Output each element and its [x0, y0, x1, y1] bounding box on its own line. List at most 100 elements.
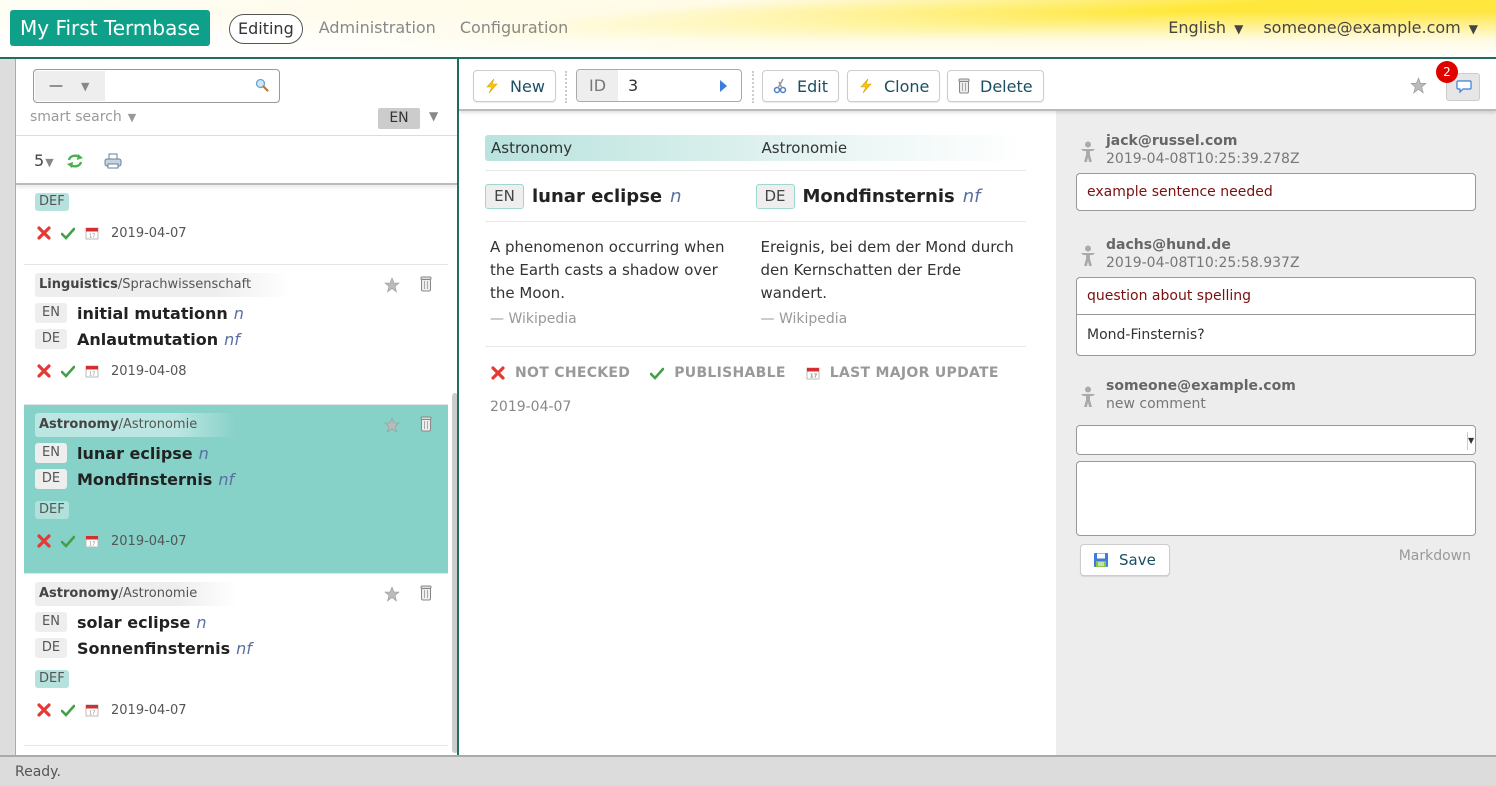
edit-button[interactable]: Edit [762, 70, 839, 102]
trash-icon[interactable] [420, 416, 432, 432]
chevron-down-icon: ▼ [127, 111, 137, 124]
clone-label: Clone [884, 76, 930, 96]
list-language-select[interactable]: EN [378, 108, 420, 129]
calendar-icon: 17 [85, 227, 99, 240]
not-checked-icon [37, 364, 51, 378]
status-label: NOT CHECKED [515, 365, 631, 381]
entry-date: 2019-04-08 [111, 363, 187, 379]
comment-type-select[interactable]: ▼ [1076, 425, 1476, 455]
star-icon[interactable] [384, 417, 400, 433]
svg-text:17: 17 [810, 374, 818, 380]
comment: jack@russel.com 2019-04-08T10:25:39.278Z… [1076, 111, 1476, 211]
not-checked-icon [37, 534, 51, 548]
id-navigator: ID 3 [576, 69, 742, 102]
new-button[interactable]: New [473, 70, 556, 102]
list-item[interactable]: Astronomy/Astronomie EN solar eclipse n DE… [24, 574, 448, 746]
term: Sonnenfinsternis [77, 638, 231, 658]
lightning-icon [860, 78, 872, 94]
save-button[interactable]: Save [1080, 544, 1170, 576]
part-of-speech: nf [224, 329, 240, 349]
definition-source: — Wikipedia [490, 311, 577, 327]
search-icon[interactable] [255, 78, 269, 92]
entry-domain: Astronomy/Astronomie [35, 582, 238, 606]
entry-detail-panel: New ID 3 Edit Clone Delete 2 Astronomy A… [459, 59, 1496, 755]
search-input[interactable] [109, 74, 249, 98]
publishable-icon [650, 367, 665, 380]
star-icon[interactable] [384, 277, 400, 293]
go-arrow-icon[interactable] [718, 79, 728, 93]
term-line: EN lunar eclipse n [35, 443, 438, 463]
entry-toolbar: New ID 3 Edit Clone Delete 2 [459, 59, 1496, 111]
star-icon[interactable] [384, 586, 400, 602]
delete-label: Delete [980, 76, 1033, 96]
comment-textarea[interactable] [1076, 461, 1476, 536]
comment-actions: Save Markdown [1076, 544, 1476, 588]
id-input[interactable]: 3 [628, 76, 638, 95]
user-label: someone@example.com [1263, 18, 1461, 37]
entry-status: 17 2019-04-07 [35, 702, 438, 718]
save-icon [1094, 553, 1108, 567]
delete-button[interactable]: Delete [947, 70, 1044, 102]
definition-en: A phenomenon occurring when the Earth ca… [485, 236, 756, 346]
trash-icon[interactable] [420, 585, 432, 601]
star-icon[interactable] [1410, 77, 1427, 94]
definition-de: Ereignis, bei dem der Mond durch den Ker… [756, 236, 1027, 346]
main-nav: Editing Administration Configuration [229, 14, 576, 44]
left-gutter [0, 59, 16, 755]
page-size-select[interactable]: 5 ▼ [34, 151, 54, 170]
nav-administration[interactable]: Administration [311, 14, 444, 44]
refresh-icon[interactable] [66, 153, 84, 169]
entry-status: 17 2019-04-08 [35, 363, 438, 379]
not-checked-icon [37, 226, 51, 240]
trash-icon[interactable] [420, 276, 432, 292]
clone-button[interactable]: Clone [847, 70, 941, 102]
comment-header: someone@example.com new comment [1076, 376, 1476, 418]
lang-tag: DE [755, 183, 795, 209]
calendar-icon: 17 [85, 535, 99, 548]
list-item[interactable]: Linguistics/Sprachwissenschaft EN initial… [24, 265, 448, 405]
entry-domain: Linguistics/Sprachwissenschaft [35, 273, 292, 297]
termbase-title[interactable]: My First Termbase [10, 10, 211, 46]
part-of-speech: n [198, 443, 209, 463]
domain-row: Astronomy Astronomie [485, 135, 1026, 161]
search-box: — ▼ [33, 69, 280, 103]
comments-panel: jack@russel.com 2019-04-08T10:25:39.278Z… [1056, 111, 1496, 755]
nav-editing[interactable]: Editing [229, 14, 303, 44]
entry-status: 17 2019-04-07 [35, 533, 438, 549]
search-field-select[interactable]: — ▼ [35, 71, 105, 101]
comment-count-badge: 2 [1436, 61, 1458, 83]
person-icon [1081, 245, 1095, 266]
svg-text:17: 17 [89, 711, 95, 717]
last-major-update-date: 2019-04-07 [490, 399, 572, 415]
part-of-speech: n [670, 185, 682, 207]
term-line: DE Sonnenfinsternis nf [35, 638, 438, 658]
save-label: Save [1119, 551, 1156, 569]
lang-tag: DE [35, 329, 67, 349]
list-item[interactable]: DEF 17 2019-04-07 [24, 185, 448, 265]
status-label: LAST MAJOR UPDATE [829, 365, 999, 381]
nav-configuration[interactable]: Configuration [452, 14, 577, 44]
markdown-link[interactable]: Markdown [1399, 548, 1471, 564]
scissors-icon [773, 78, 787, 94]
list-scrollbar[interactable] [452, 393, 457, 753]
publishable-icon [61, 535, 75, 548]
language-dropdown[interactable]: English ▼ [1168, 18, 1243, 37]
comment-header: jack@russel.com 2019-04-08T10:25:39.278Z [1076, 131, 1476, 173]
comment-user: dachs@hund.de [1106, 237, 1231, 253]
term-de: DE Mondfinsternis nf [755, 183, 1027, 209]
new-label: New [510, 76, 545, 96]
list-item-selected[interactable]: Astronomy/Astronomie EN lunar eclipse n DE… [24, 405, 448, 574]
person-icon [1081, 141, 1095, 162]
chevron-down-icon: ▼ [1467, 432, 1474, 450]
publishable-icon [61, 227, 75, 240]
term: Mondfinsternis [802, 185, 955, 207]
chevron-down-icon[interactable]: ▼ [429, 109, 438, 123]
smart-search-toggle[interactable]: smart search ▼ [30, 109, 136, 125]
definition-row: A phenomenon occurring when the Earth ca… [485, 222, 1026, 346]
definition-text: Ereignis, bei dem der Mond durch den Ker… [760, 238, 1014, 302]
print-icon[interactable] [104, 153, 122, 169]
domain-de: Astronomie [761, 139, 848, 157]
user-dropdown[interactable]: someone@example.com ▼ [1263, 18, 1478, 37]
term-line: DE Anlautmutation nf [35, 329, 438, 349]
not-checked-icon [37, 703, 51, 717]
